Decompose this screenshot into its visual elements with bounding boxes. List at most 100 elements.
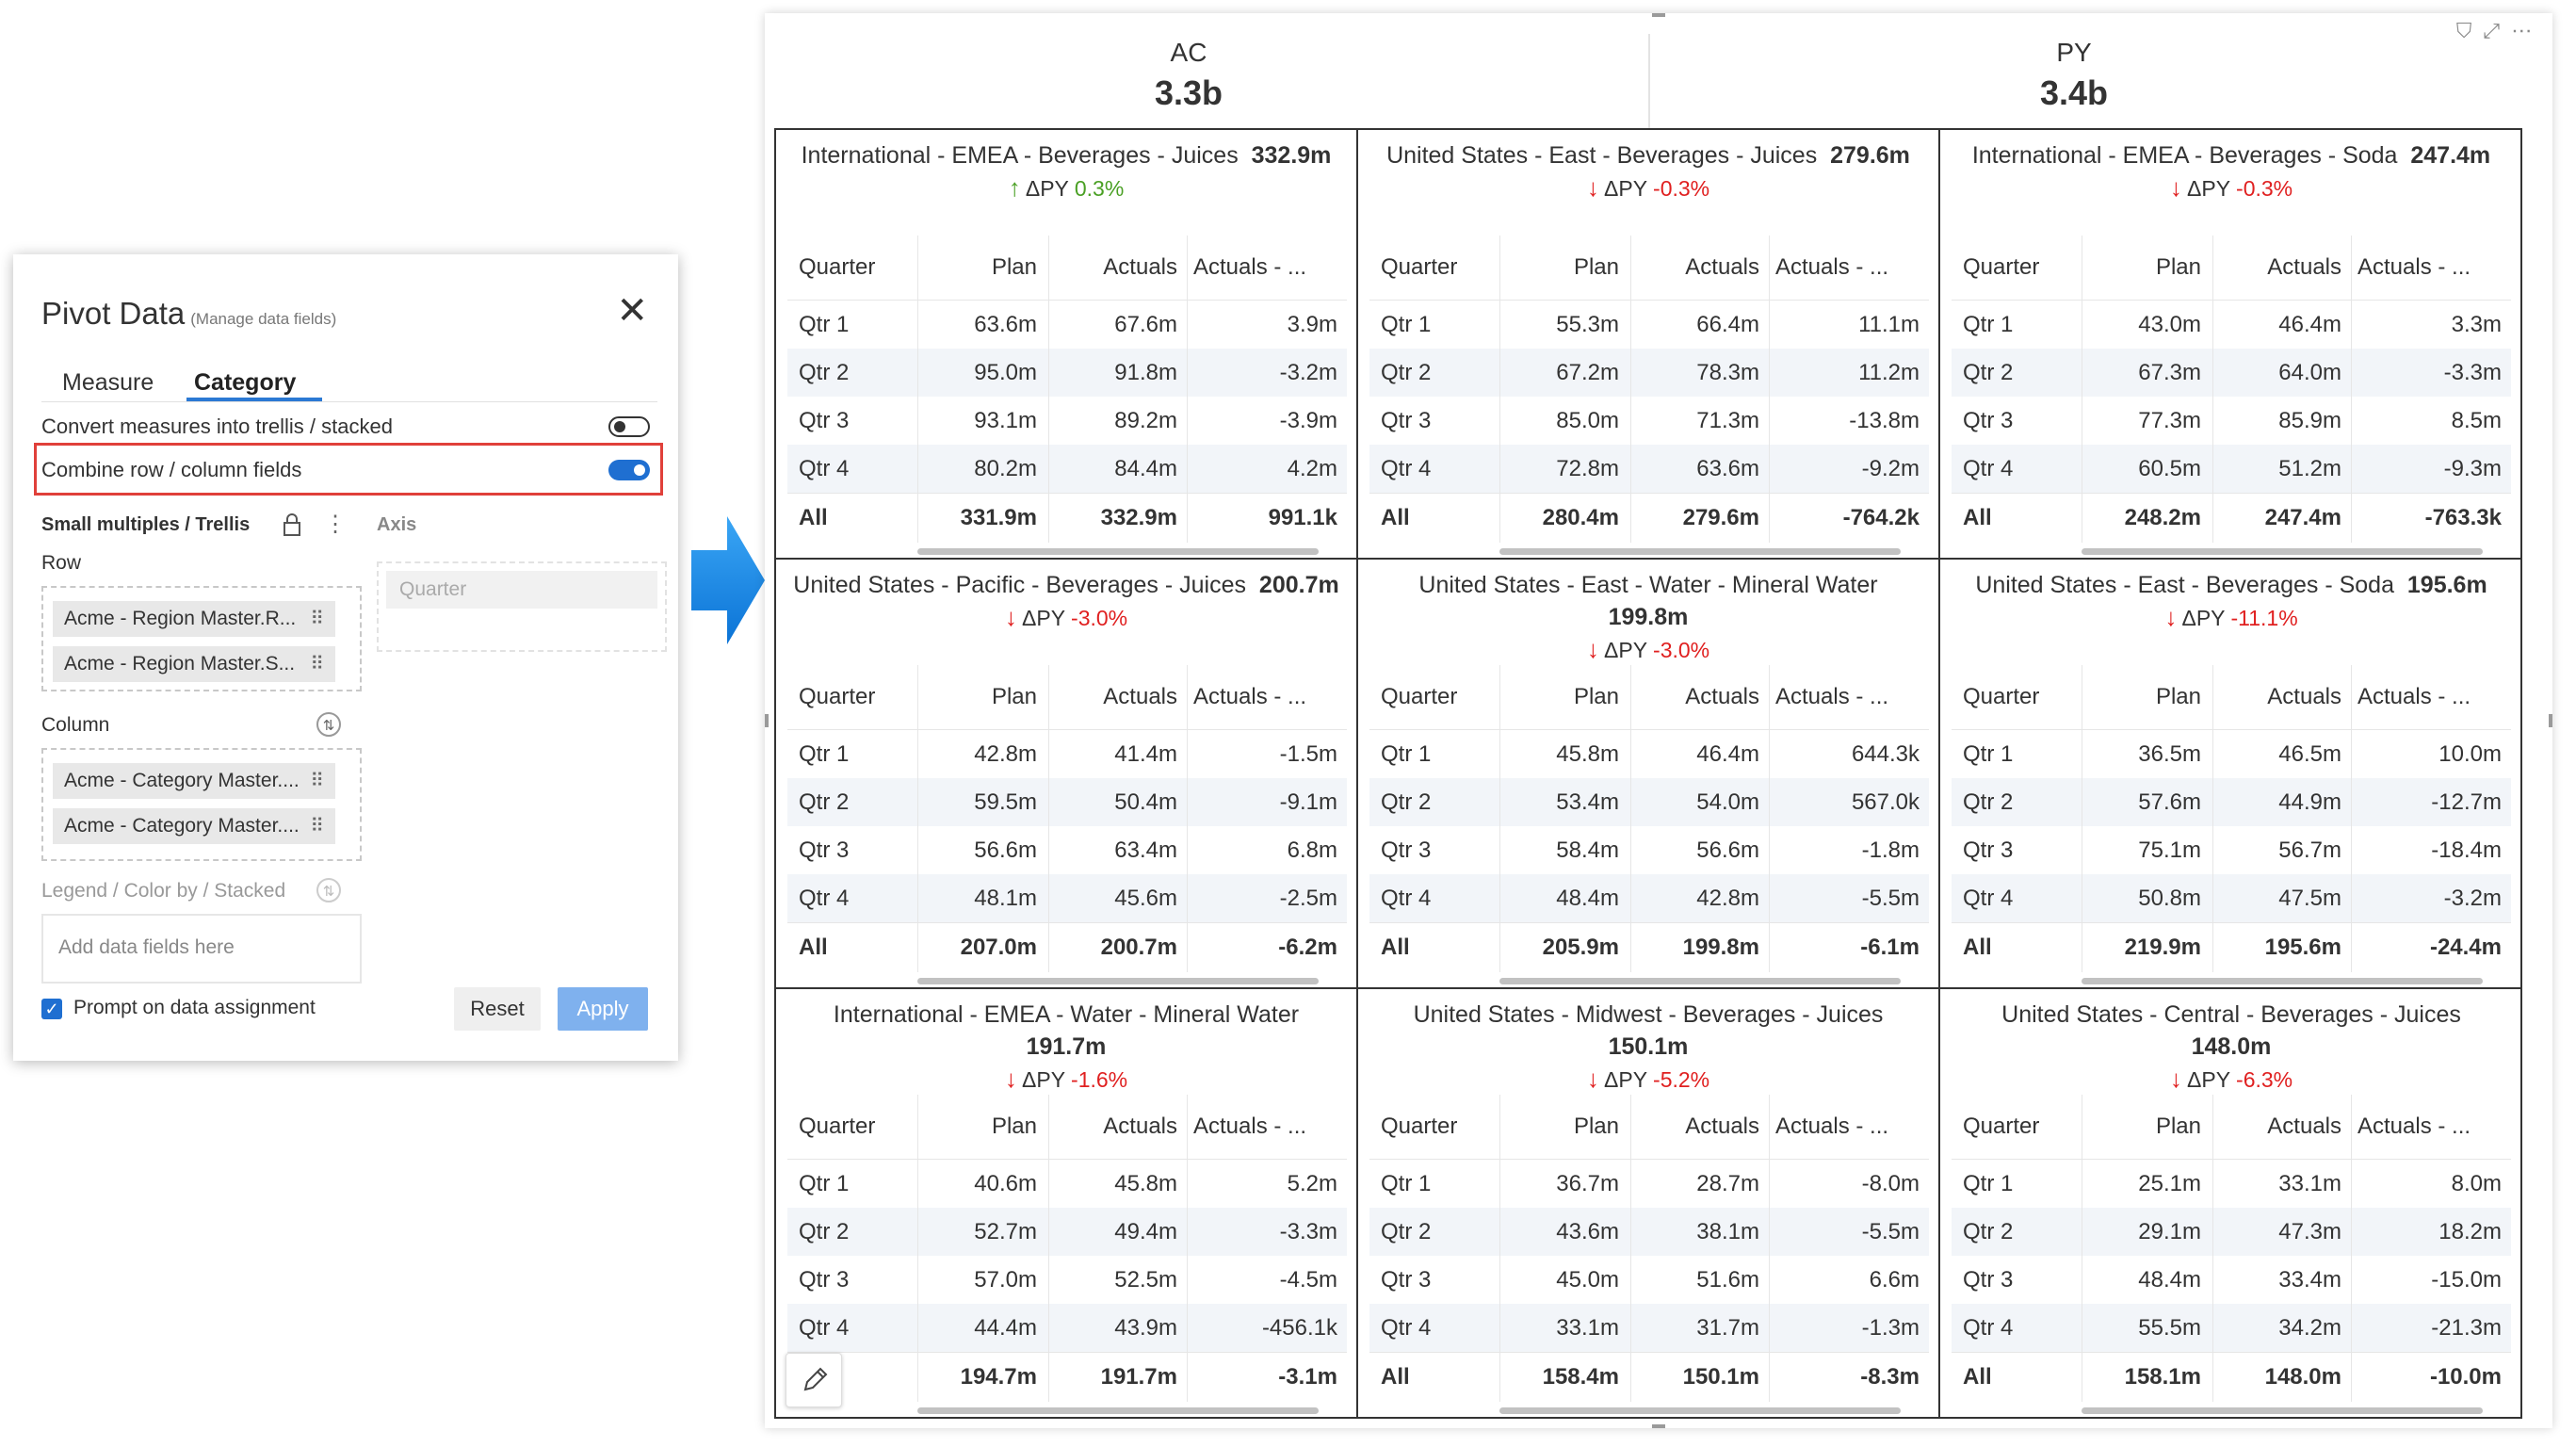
horizontal-scrollbar[interactable] bbox=[1499, 548, 1901, 555]
trellis-cell[interactable]: United States - East - Beverages - Soda … bbox=[1940, 560, 2522, 989]
resize-handle[interactable] bbox=[2549, 714, 2552, 727]
column-header[interactable]: Plan bbox=[917, 1095, 1049, 1160]
column-header[interactable]: Plan bbox=[1499, 236, 1631, 301]
sort-icon[interactable]: ⇅ bbox=[316, 878, 341, 902]
resize-handle[interactable] bbox=[1652, 13, 1665, 17]
tab-measure[interactable]: Measure bbox=[62, 369, 154, 397]
table-cell: 47.3m bbox=[2212, 1208, 2352, 1256]
column-header[interactable]: Actuals - ... bbox=[1769, 236, 1929, 301]
column-header[interactable]: Actuals - ... bbox=[1187, 1095, 1347, 1160]
drag-handle-icon[interactable]: ⠿ bbox=[310, 814, 324, 837]
trellis-visual[interactable]: AC 3.3b PY 3.4b ⛉⤢⋯ International - EMEA… bbox=[765, 13, 2552, 1428]
column-header[interactable]: Actuals - ... bbox=[1769, 1095, 1929, 1160]
close-icon[interactable]: ✕ bbox=[616, 292, 648, 330]
table-row: Qtr 3 48.4m 33.4m -15.0m bbox=[1952, 1256, 2511, 1304]
horizontal-scrollbar[interactable] bbox=[917, 1407, 1319, 1414]
column-header[interactable]: Quarter bbox=[787, 665, 918, 730]
trellis-cell[interactable]: International - EMEA - Beverages - Juice… bbox=[776, 130, 1358, 560]
column-header[interactable]: Actuals - ... bbox=[2351, 236, 2511, 301]
column-header[interactable]: Plan bbox=[917, 665, 1049, 730]
filter-icon[interactable]: ⛉ bbox=[2456, 19, 2484, 42]
horizontal-scrollbar[interactable] bbox=[1499, 978, 1901, 984]
column-header[interactable]: Actuals bbox=[1630, 236, 1770, 301]
column-header[interactable]: Quarter bbox=[1952, 236, 2082, 301]
tab-category[interactable]: Category bbox=[194, 369, 296, 397]
column-field-chip[interactable]: Acme - Category Master.... ⠿ bbox=[53, 763, 335, 799]
column-header[interactable]: Plan bbox=[1499, 665, 1631, 730]
convert-measures-toggle[interactable] bbox=[608, 416, 650, 437]
column-header[interactable]: Actuals - ... bbox=[1187, 665, 1347, 730]
column-header[interactable]: Quarter bbox=[1369, 1095, 1500, 1160]
horizontal-scrollbar[interactable] bbox=[917, 548, 1319, 555]
row-field-chip[interactable]: Acme - Region Master.S... ⠿ bbox=[53, 646, 335, 682]
trellis-cell[interactable]: International - EMEA - Water - Mineral W… bbox=[776, 989, 1358, 1419]
reset-button[interactable]: Reset bbox=[454, 987, 541, 1031]
column-header[interactable]: Actuals - ... bbox=[2351, 1095, 2511, 1160]
horizontal-scrollbar[interactable] bbox=[2082, 548, 2483, 555]
column-header[interactable]: Actuals bbox=[1630, 1095, 1770, 1160]
horizontal-scrollbar[interactable] bbox=[917, 978, 1319, 984]
column-header[interactable]: Actuals bbox=[1048, 236, 1188, 301]
column-header[interactable]: Quarter bbox=[1369, 236, 1500, 301]
column-header[interactable]: Plan bbox=[2082, 236, 2213, 301]
column-header[interactable]: Actuals - ... bbox=[1187, 236, 1347, 301]
table-cell: 67.6m bbox=[1048, 300, 1188, 349]
column-drop-zone[interactable]: Acme - Category Master.... ⠿ Acme - Categ… bbox=[41, 748, 362, 861]
table-cell: 38.1m bbox=[1630, 1208, 1770, 1256]
column-header[interactable]: Quarter bbox=[1952, 665, 2082, 730]
cell-title: International - EMEA - Beverages - Soda … bbox=[1940, 139, 2522, 171]
drag-handle-icon[interactable]: ⠿ bbox=[310, 607, 324, 630]
prompt-checkbox[interactable]: ✓ bbox=[41, 999, 62, 1019]
row-drop-zone[interactable]: Acme - Region Master.R... ⠿ Acme - Region… bbox=[41, 586, 362, 691]
column-field-chip[interactable]: Acme - Category Master.... ⠿ bbox=[53, 808, 335, 844]
column-header[interactable]: Actuals - ... bbox=[1769, 665, 1929, 730]
table-cell: -3.3m bbox=[2351, 349, 2511, 397]
column-header[interactable]: Actuals bbox=[2212, 236, 2352, 301]
trellis-cell[interactable]: United States - East - Water - Mineral W… bbox=[1358, 560, 1940, 989]
column-header[interactable]: Quarter bbox=[1369, 665, 1500, 730]
column-header[interactable]: Actuals bbox=[1630, 665, 1770, 730]
horizontal-scrollbar[interactable] bbox=[1499, 1407, 1901, 1414]
column-header[interactable]: Plan bbox=[917, 236, 1049, 301]
table-cell: -764.2k bbox=[1769, 493, 1929, 543]
column-header[interactable]: Quarter bbox=[787, 236, 918, 301]
resize-handle[interactable] bbox=[1652, 1424, 1665, 1428]
column-header[interactable]: Quarter bbox=[787, 1095, 918, 1160]
drag-handle-icon[interactable]: ⠿ bbox=[310, 769, 324, 792]
trellis-cell[interactable]: United States - East - Beverages - Juice… bbox=[1358, 130, 1940, 560]
column-header[interactable]: Actuals - ... bbox=[2351, 665, 2511, 730]
trellis-cell[interactable]: United States - Central - Beverages - Ju… bbox=[1940, 989, 2522, 1419]
more-options-icon[interactable]: ⋮ bbox=[324, 511, 347, 538]
column-header[interactable]: Plan bbox=[2082, 665, 2213, 730]
column-header[interactable]: Quarter bbox=[1952, 1095, 2082, 1160]
axis-drop-zone[interactable]: Quarter bbox=[377, 561, 667, 652]
horizontal-scrollbar[interactable] bbox=[2082, 978, 2483, 984]
trellis-cell[interactable]: United States - Midwest - Beverages - Ju… bbox=[1358, 989, 1940, 1419]
column-header[interactable]: Actuals bbox=[2212, 1095, 2352, 1160]
column-header[interactable]: Actuals bbox=[1048, 1095, 1188, 1160]
row-field-chip[interactable]: Acme - Region Master.R... ⠿ bbox=[53, 601, 335, 637]
focus-mode-icon[interactable]: ⤢ bbox=[2483, 19, 2511, 42]
horizontal-scrollbar[interactable] bbox=[2082, 1407, 2483, 1414]
table-cell: 205.9m bbox=[1499, 922, 1631, 972]
sort-icon[interactable]: ⇅ bbox=[316, 712, 341, 737]
resize-handle[interactable] bbox=[765, 714, 769, 727]
column-header[interactable]: Plan bbox=[1499, 1095, 1631, 1160]
lock-icon[interactable] bbox=[283, 512, 301, 537]
table-row: All 207.0m 200.7m -6.2m bbox=[787, 922, 1347, 972]
column-header[interactable]: Plan bbox=[2082, 1095, 2213, 1160]
table-cell: All bbox=[1952, 922, 2082, 972]
table-cell: Qtr 1 bbox=[787, 300, 918, 349]
combine-fields-toggle[interactable] bbox=[608, 460, 650, 480]
more-options-icon[interactable]: ⋯ bbox=[2511, 19, 2543, 42]
cell-value: 247.4m bbox=[2410, 142, 2491, 169]
delta-label: ΔPY bbox=[1025, 176, 1069, 201]
apply-button[interactable]: Apply bbox=[558, 987, 648, 1031]
column-header[interactable]: Actuals bbox=[2212, 665, 2352, 730]
trellis-cell[interactable]: United States - Pacific - Beverages - Ju… bbox=[776, 560, 1358, 989]
edit-icon[interactable] bbox=[786, 1353, 842, 1407]
drag-handle-icon[interactable]: ⠿ bbox=[310, 652, 324, 675]
legend-drop-zone[interactable]: Add data fields here bbox=[41, 914, 362, 984]
trellis-cell[interactable]: International - EMEA - Beverages - Soda … bbox=[1940, 130, 2522, 560]
column-header[interactable]: Actuals bbox=[1048, 665, 1188, 730]
